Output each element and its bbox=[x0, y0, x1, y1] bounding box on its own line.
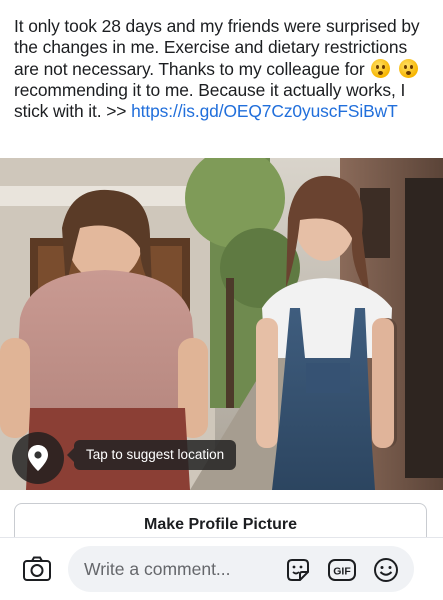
emoji-icon bbox=[374, 558, 398, 582]
location-pin-button[interactable] bbox=[12, 432, 64, 484]
map-pin-icon bbox=[28, 445, 48, 471]
comment-input[interactable]: Write a comment... GIF bbox=[68, 546, 414, 592]
gif-label: GIF bbox=[333, 566, 351, 578]
camera-button[interactable] bbox=[20, 552, 54, 586]
suggest-location-tooltip[interactable]: Tap to suggest location bbox=[66, 440, 237, 470]
camera-icon bbox=[23, 556, 51, 581]
comment-placeholder: Write a comment... bbox=[84, 559, 231, 579]
sticker-icon bbox=[287, 559, 309, 581]
hushed-face-emoji-icon bbox=[399, 58, 419, 78]
post-text: It only took 28 days and my friends were… bbox=[14, 16, 430, 122]
post-link[interactable]: https://is.gd/OEQ7Cz0yuscFSiBwT bbox=[131, 101, 398, 121]
gif-icon: GIF bbox=[328, 559, 356, 581]
sticker-button[interactable] bbox=[284, 556, 312, 584]
shushing-face-emoji-icon bbox=[371, 58, 391, 78]
comment-bar: Write a comment... GIF bbox=[0, 537, 443, 600]
post-text-part1: It only took 28 days and my friends were… bbox=[14, 16, 420, 79]
gif-button[interactable]: GIF bbox=[327, 556, 357, 584]
emoji-button[interactable] bbox=[372, 556, 400, 584]
